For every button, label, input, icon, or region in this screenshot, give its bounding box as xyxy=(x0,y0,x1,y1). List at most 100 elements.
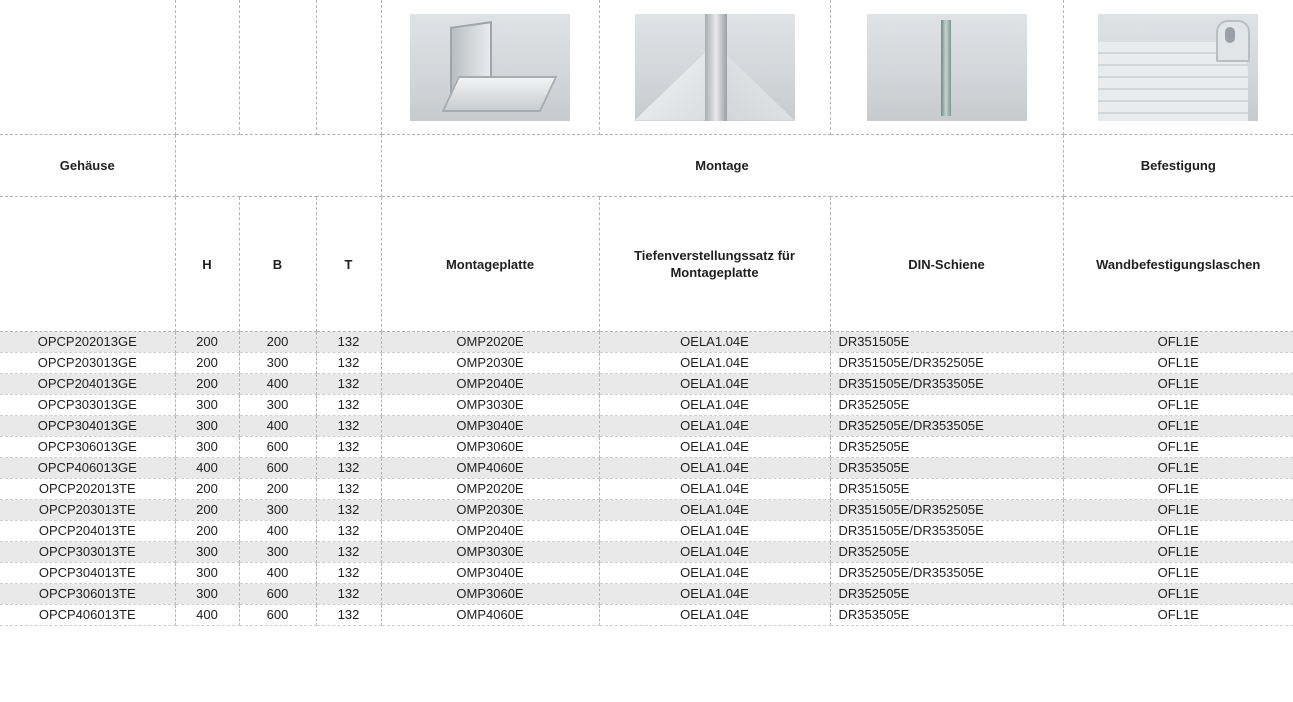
cell-wandbefestigung: OFL1E xyxy=(1063,499,1293,521)
cell-model: OPCP304013GE xyxy=(0,415,176,437)
cell-h: 200 xyxy=(175,520,240,542)
cell-model: OPCP204013TE xyxy=(0,520,176,542)
cell-model: OPCP203013TE xyxy=(0,499,176,521)
cell-montageplatte: OMP2020E xyxy=(381,331,600,353)
cell-wandbefestigung: OFL1E xyxy=(1063,541,1293,563)
cell-din-schiene: DR352505E xyxy=(830,583,1064,605)
table-row: OPCP203013TE 200 300 132 OMP2030E OELA1.04E DR… xyxy=(0,499,1293,521)
cell-tiefenverstellung: OELA1.04E xyxy=(599,562,831,584)
din-rail-image xyxy=(866,13,1027,121)
cell-wandbefestigung: OFL1E xyxy=(1063,457,1293,479)
cell-t: 132 xyxy=(316,373,382,395)
cell-b: 300 xyxy=(239,394,317,416)
header-h: H xyxy=(175,196,240,332)
cell-tiefenverstellung: OELA1.04E xyxy=(599,604,831,626)
cell-t: 132 xyxy=(316,457,382,479)
cell-b: 600 xyxy=(239,457,317,479)
cell-t: 132 xyxy=(316,499,382,521)
cell-t: 132 xyxy=(316,331,382,353)
cell-montageplatte: OMP2030E xyxy=(381,499,600,521)
wall-mounting-lug-image xyxy=(1098,13,1259,121)
cell-b: 400 xyxy=(239,415,317,437)
header-b: B xyxy=(239,196,317,332)
cell-t: 132 xyxy=(316,478,382,500)
cell-model: OPCP406013GE xyxy=(0,457,176,479)
depth-adjustment-kit-image xyxy=(634,13,795,121)
table-row: OPCP304013GE 300 400 132 OMP3040E OELA1.04E DR… xyxy=(0,415,1293,437)
cell-wandbefestigung: OFL1E xyxy=(1063,394,1293,416)
cell-t: 132 xyxy=(316,604,382,626)
cell-b: 400 xyxy=(239,520,317,542)
cell-din-schiene: DR351505E/DR352505E xyxy=(830,352,1064,374)
cell-din-schiene: DR353505E xyxy=(830,604,1064,626)
cell-din-schiene: DR351505E/DR353505E xyxy=(830,520,1064,542)
cell-b: 300 xyxy=(239,352,317,374)
header-t: T xyxy=(316,196,382,332)
cell-t: 132 xyxy=(316,415,382,437)
cell-tiefenverstellung: OELA1.04E xyxy=(599,415,831,437)
header-tiefenverstellung: Tiefenverstellungssatz für Montageplatte xyxy=(599,196,831,332)
cell-h: 300 xyxy=(175,415,240,437)
cell-model: OPCP202013GE xyxy=(0,331,176,353)
section-befestigung: Befestigung xyxy=(1063,134,1293,197)
cell-montageplatte: OMP2030E xyxy=(381,352,600,374)
cell-wandbefestigung: OFL1E xyxy=(1063,520,1293,542)
accessory-table: Gehäuse Montage Befestigung H B T Montag… xyxy=(0,0,1293,626)
image-row xyxy=(0,0,1293,135)
cell-model: OPCP406013TE xyxy=(0,604,176,626)
section-montage: Montage xyxy=(381,134,1064,197)
cell-wandbefestigung: OFL1E xyxy=(1063,562,1293,584)
cell-b: 300 xyxy=(239,499,317,521)
cell-montageplatte: OMP3030E xyxy=(381,394,600,416)
cell-montageplatte: OMP3030E xyxy=(381,541,600,563)
cell-wandbefestigung: OFL1E xyxy=(1063,583,1293,605)
cell-b: 600 xyxy=(239,583,317,605)
table-row: OPCP204013GE 200 400 132 OMP2040E OELA1.04E DR… xyxy=(0,373,1293,395)
cell-h: 300 xyxy=(175,583,240,605)
cell-din-schiene: DR351505E/DR353505E xyxy=(830,373,1064,395)
table-row: OPCP303013GE 300 300 132 OMP3030E OELA1.04E DR… xyxy=(0,394,1293,416)
cell-tiefenverstellung: OELA1.04E xyxy=(599,541,831,563)
cell-b: 200 xyxy=(239,331,317,353)
section-gehaeuse: Gehäuse xyxy=(0,134,176,197)
section-header-row: Gehäuse Montage Befestigung xyxy=(0,134,1293,197)
cell-tiefenverstellung: OELA1.04E xyxy=(599,520,831,542)
cell-model: OPCP203013GE xyxy=(0,352,176,374)
cell-t: 132 xyxy=(316,520,382,542)
cell-model: OPCP303013TE xyxy=(0,541,176,563)
cell-t: 132 xyxy=(316,352,382,374)
cell-model: OPCP306013TE xyxy=(0,583,176,605)
cell-h: 200 xyxy=(175,499,240,521)
cell-b: 600 xyxy=(239,436,317,458)
table-row: OPCP306013GE 300 600 132 OMP3060E OELA1.04E DR… xyxy=(0,436,1293,458)
cell-t: 132 xyxy=(316,583,382,605)
cell-h: 200 xyxy=(175,373,240,395)
table-row: OPCP202013TE 200 200 132 OMP2020E OELA1.04E DR… xyxy=(0,478,1293,500)
table-row: OPCP202013GE 200 200 132 OMP2020E OELA1.04E DR… xyxy=(0,331,1293,353)
table-row: OPCP406013TE 400 600 132 OMP4060E OELA1.04E DR… xyxy=(0,604,1293,626)
cell-tiefenverstellung: OELA1.04E xyxy=(599,478,831,500)
cell-montageplatte: OMP3040E xyxy=(381,562,600,584)
cell-h: 300 xyxy=(175,541,240,563)
table-row: OPCP406013GE 400 600 132 OMP4060E OELA1.04E DR… xyxy=(0,457,1293,479)
cell-wandbefestigung: OFL1E xyxy=(1063,436,1293,458)
cell-din-schiene: DR353505E xyxy=(830,457,1064,479)
cell-t: 132 xyxy=(316,394,382,416)
cell-wandbefestigung: OFL1E xyxy=(1063,415,1293,437)
cell-montageplatte: OMP2040E xyxy=(381,373,600,395)
cell-tiefenverstellung: OELA1.04E xyxy=(599,394,831,416)
cell-wandbefestigung: OFL1E xyxy=(1063,352,1293,374)
table-row: OPCP304013TE 300 400 132 OMP3040E OELA1.04E DR… xyxy=(0,562,1293,584)
cell-h: 300 xyxy=(175,562,240,584)
header-wandbefestigung: Wandbefestigungslaschen xyxy=(1063,196,1293,332)
cell-wandbefestigung: OFL1E xyxy=(1063,478,1293,500)
cell-din-schiene: DR351505E/DR352505E xyxy=(830,499,1064,521)
cell-t: 132 xyxy=(316,436,382,458)
mounting-plate-image xyxy=(410,13,570,121)
table-row: OPCP203013GE 200 300 132 OMP2030E OELA1.04E DR… xyxy=(0,352,1293,374)
cell-tiefenverstellung: OELA1.04E xyxy=(599,373,831,395)
cell-tiefenverstellung: OELA1.04E xyxy=(599,436,831,458)
cell-montageplatte: OMP4060E xyxy=(381,604,600,626)
cell-t: 132 xyxy=(316,562,382,584)
cell-din-schiene: DR351505E xyxy=(830,331,1064,353)
